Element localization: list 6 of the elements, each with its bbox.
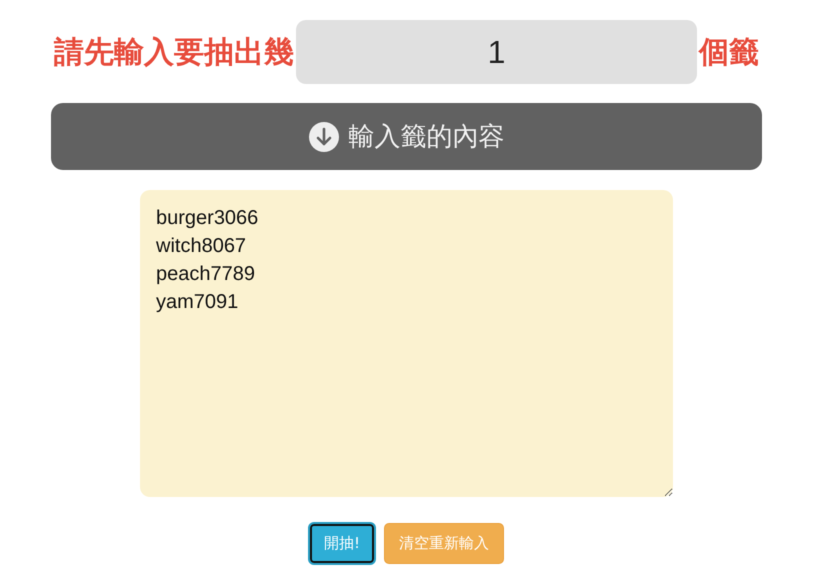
down-arrow-circle-icon (308, 122, 338, 152)
count-input[interactable]: 1 (296, 20, 697, 84)
count-prompt-label: 請先輸入要抽出幾 (54, 34, 294, 72)
tags-textarea[interactable]: burger3066 witch8067 peach7789 yam7091 (140, 190, 673, 497)
section-title: 輸入籤的內容 (348, 121, 504, 154)
count-unit-label: 個籤 (699, 34, 759, 72)
